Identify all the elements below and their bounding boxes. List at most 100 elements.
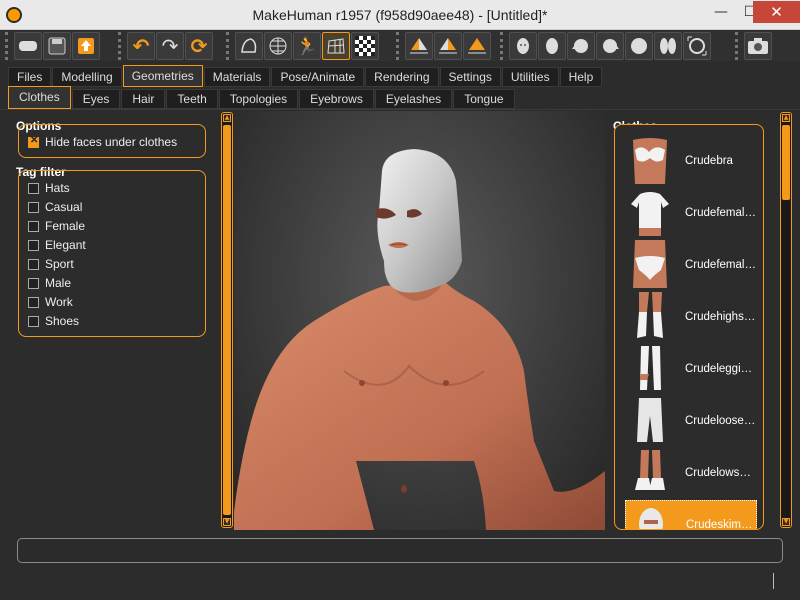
clothes-item-crudeloosepants[interactable]: Crudeloosepants [625,396,757,446]
save-icon[interactable] [43,32,71,60]
tab-help[interactable]: Help [559,67,603,87]
clothes-item-crudeskimask[interactable]: Crudeskimask [625,500,757,529]
subtab-eyes[interactable]: Eyes [71,89,121,109]
tab-files[interactable]: Files [8,67,52,87]
scroll-up-icon[interactable]: ▲ [223,114,231,122]
clothes-item-label: Crudefemaletshirt [685,207,757,219]
tag-hats-checkbox[interactable]: Hats [28,180,70,196]
screenshot-icon[interactable] [744,32,772,60]
loosepants-thumbnail-icon [637,398,663,442]
reset-camera-icon[interactable] [683,32,711,60]
clothes-item-label: Crudefemalepanties [685,259,757,271]
tab-settings[interactable]: Settings [439,67,501,87]
tab-modelling[interactable]: Modelling [52,67,122,87]
checkbox-icon [28,277,39,289]
clothes-item-crudefemaletshirt[interactable]: Crudefemaletshirt [625,188,757,238]
right-scroll-thumb[interactable] [782,125,790,200]
clothes-item-crudehighsocks[interactable]: Crudehighsocks [625,292,757,342]
lowshoes-thumbnail-icon [635,450,665,490]
scroll-up-icon[interactable]: ▲ [782,114,790,122]
tag-label: Sport [45,257,74,271]
hide-faces-label: Hide faces under clothes [45,135,178,149]
tab-utilities[interactable]: Utilities [501,67,559,87]
tab-materials[interactable]: Materials [203,67,271,87]
clothes-item-crudelowshoes[interactable]: Crudelowshoes [625,448,757,498]
close-button[interactable]: ✕ [753,1,800,23]
panties-thumbnail-icon [633,240,667,288]
face-bottom-icon[interactable] [654,32,682,60]
left-view-icon[interactable] [463,32,491,60]
tag-female-checkbox[interactable]: Female [28,218,85,234]
clothes-item-crudeleggings[interactable]: Crudeleggings [625,344,757,394]
checker-icon[interactable] [351,32,379,60]
checkbox-icon [28,220,39,232]
clothes-item-label: Crudehighsocks [685,311,757,323]
hide-faces-checkbox[interactable]: Hide faces under clothes [28,134,177,150]
tag-sport-checkbox[interactable]: Sport [28,256,74,272]
subtab-eyelashes[interactable]: Eyelashes [374,89,453,109]
status-field[interactable] [17,538,783,563]
tab-pose-animate[interactable]: Pose/Animate [271,67,365,87]
left-scrollbar[interactable]: ▲ ▼ [221,112,233,528]
face-front-icon[interactable] [509,32,537,60]
back-view-icon[interactable] [434,32,462,60]
tab-geometries[interactable]: Geometries [122,65,203,87]
tag-male-checkbox[interactable]: Male [28,275,71,291]
tshirt-thumbnail-icon [631,192,669,236]
face-back-icon[interactable] [538,32,566,60]
subtab-eyebrows[interactable]: Eyebrows [299,89,374,109]
checkbox-icon [28,201,39,213]
subtab-hair[interactable]: Hair [121,89,166,109]
minimize-button[interactable]: — [708,2,734,24]
toolbar-group-capture [735,32,772,60]
tag-filter-group: Hats Casual Female Elegant Sport Male Wo… [18,170,206,337]
checkbox-icon [28,239,39,251]
scroll-down-icon[interactable]: ▼ [223,518,231,526]
front-view-icon[interactable] [405,32,433,60]
subtab-teeth[interactable]: Teeth [166,89,218,109]
face-right-icon[interactable] [596,32,624,60]
makehuman-window: MakeHuman r1957 (f958d90aee48) - [Untitl… [0,0,800,600]
left-scroll-thumb[interactable] [223,125,231,515]
pose-icon[interactable]: 🏃 [293,32,321,60]
toolbar-group-file [5,32,100,60]
human-model [234,149,605,530]
clothes-list: Crudebra Crudefemaletshirt Crudefemalepa… [614,124,764,530]
smooth-icon[interactable] [235,32,263,60]
tag-shoes-checkbox[interactable]: Shoes [28,313,79,329]
subtab-topologies[interactable]: Topologies [218,89,299,109]
right-panel: Clothes Crudebra Crudefemaletshirt Crude… [608,115,800,530]
face-top-icon[interactable] [625,32,653,60]
export-icon[interactable] [72,32,100,60]
checkbox-icon [28,315,39,327]
tab-rendering[interactable]: Rendering [365,67,439,87]
scroll-down-icon[interactable]: ▼ [782,518,790,526]
redo-icon[interactable]: ↷ [156,32,184,60]
toolbar-group-symmetry [396,32,491,60]
undo-icon[interactable]: ↶ [127,32,155,60]
crudebra-thumbnail-icon [633,138,667,184]
face-left-icon[interactable] [567,32,595,60]
toolbar-group-camera [500,32,711,60]
grid-icon[interactable] [322,32,350,60]
right-scrollbar[interactable]: ▲ ▼ [780,112,792,528]
status-divider [773,573,774,589]
tag-casual-checkbox[interactable]: Casual [28,199,82,215]
3d-viewport[interactable] [234,111,605,530]
tag-work-checkbox[interactable]: Work [28,294,73,310]
reset-icon[interactable]: ⟳ [185,32,213,60]
wireframe-icon[interactable] [264,32,292,60]
tab-divider [0,109,800,110]
tag-label: Shoes [45,314,80,328]
sub-tabs: Clothes Eyes Hair Teeth Topologies Eyebr… [8,86,515,110]
clothes-item-crudebra[interactable]: Crudebra [625,136,757,186]
tag-elegant-checkbox[interactable]: Elegant [28,237,86,253]
subtab-clothes[interactable]: Clothes [8,86,71,109]
subtab-tongue[interactable]: Tongue [453,89,515,109]
clothes-item-crudefemalepanties[interactable]: Crudefemalepanties [625,240,757,290]
checkbox-icon [28,182,39,194]
toolbar-group-view: 🏃 [226,32,379,60]
clothes-item-label: Crudeleggings [685,363,757,375]
wireframe-toggle-icon[interactable] [14,32,42,60]
clothes-item-label: Crudelowshoes [685,467,757,479]
